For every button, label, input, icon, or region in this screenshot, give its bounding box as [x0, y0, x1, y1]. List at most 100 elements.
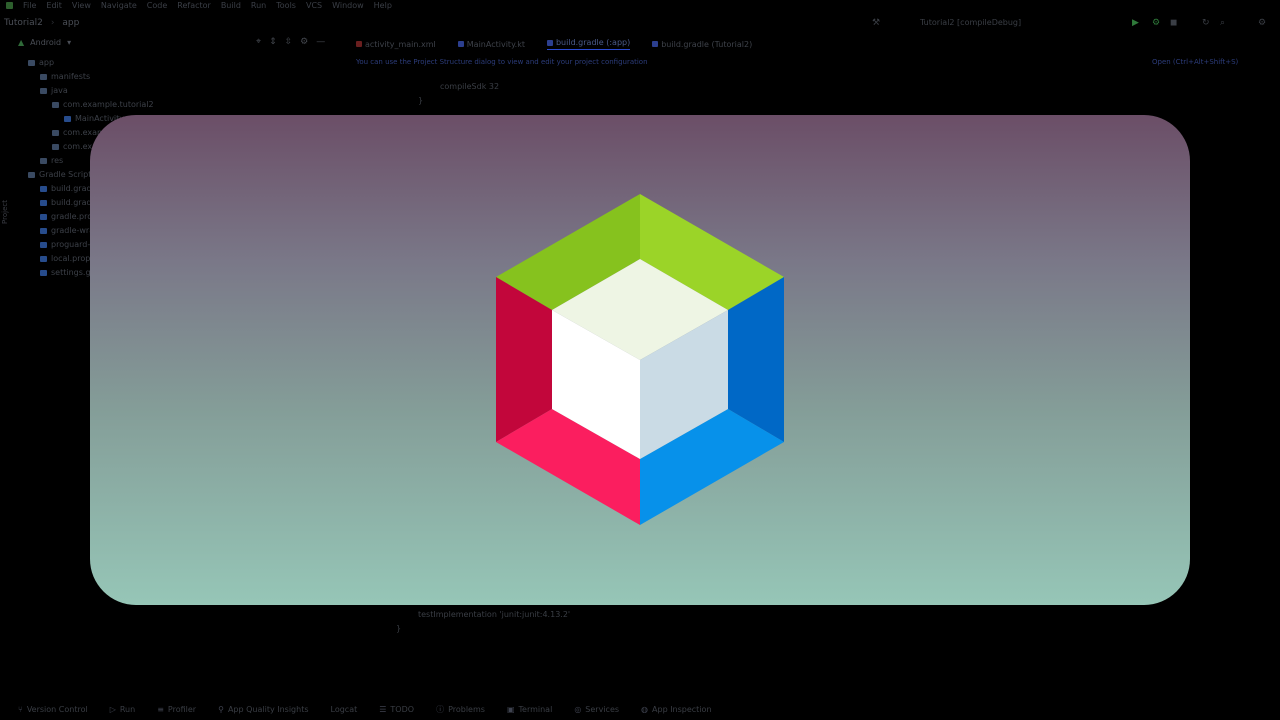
menu-run[interactable]: Run: [251, 1, 266, 10]
tool-run[interactable]: ▷ Run: [110, 705, 136, 714]
services-icon: ◎: [574, 704, 582, 714]
menu-tools[interactable]: Tools: [276, 1, 296, 10]
terminal-icon: ▣: [506, 704, 515, 714]
tool-label: Run: [119, 704, 136, 714]
search-icon[interactable]: ⌕: [1220, 18, 1225, 28]
tree-item[interactable]: manifests: [16, 70, 246, 84]
tool-label: Version Control: [26, 704, 88, 714]
folder-icon: [40, 158, 47, 164]
debug-icon[interactable]: ⚙: [1152, 18, 1160, 28]
file-icon: [40, 242, 47, 248]
tool-label: Services: [585, 704, 620, 714]
tree-item[interactable]: app: [16, 56, 246, 70]
tool-app-inspection[interactable]: ◍ App Inspection: [641, 705, 711, 714]
app-logo-icon: [6, 2, 13, 9]
project-tool-window-tab[interactable]: Project: [1, 200, 9, 224]
menu-help[interactable]: Help: [374, 1, 392, 10]
tab-activity-main[interactable]: activity_main.xml: [356, 38, 436, 50]
menu-code[interactable]: Code: [147, 1, 167, 10]
tab-build-gradle-app[interactable]: build.gradle (:app): [546, 38, 631, 50]
tool-label: Logcat: [330, 704, 358, 714]
menu-file[interactable]: File: [23, 1, 36, 10]
menu-refactor[interactable]: Refactor: [177, 1, 211, 10]
hide-icon[interactable]: —: [316, 37, 325, 47]
code-line[interactable]: compileSdk 32: [440, 82, 499, 91]
stop-icon[interactable]: ◼: [1170, 18, 1177, 28]
menu-window[interactable]: Window: [332, 1, 364, 10]
tab-main-activity[interactable]: MainActivity.kt: [457, 38, 525, 50]
tool-problems[interactable]: ⓘ Problems: [436, 704, 485, 715]
tool-terminal[interactable]: ▣ Terminal: [507, 705, 552, 714]
run-icon[interactable]: ▶: [1132, 18, 1139, 28]
tab-label: build.gradle (:app): [555, 38, 631, 47]
tree-item-label: com.example.tutorial2: [63, 100, 154, 109]
tool-services[interactable]: ◎ Services: [574, 705, 619, 714]
run-config-select[interactable]: Tutorial2 [compileDebug]: [920, 18, 1021, 27]
breadcrumb: Tutorial2 › app: [4, 18, 79, 28]
sync-icon[interactable]: ↻: [1202, 18, 1210, 28]
tool-app-quality[interactable]: ⚲ App Quality Insights: [218, 705, 308, 714]
left-tool-strip: Project: [0, 60, 10, 700]
project-view-tools: ⌖ ⇕ ⇳ ⚙ —: [256, 37, 325, 47]
profiler-icon: ≡: [157, 704, 164, 714]
folder-icon: [28, 60, 35, 66]
tool-version-control[interactable]: ⑂ Version Control: [18, 705, 88, 714]
branch-icon: ⑂: [18, 704, 23, 714]
tree-item-label: Gradle Scripts: [39, 170, 96, 179]
chevron-down-icon[interactable]: ▾: [67, 38, 71, 47]
breadcrumb-module[interactable]: app: [62, 18, 79, 28]
locate-icon[interactable]: ⌖: [256, 37, 261, 47]
bottom-tool-bar: ⑂ Version Control ▷ Run ≡ Profiler ⚲ App Qua…: [0, 698, 1280, 720]
main-toolbar: Tutorial2 › app ⚒ Tutorial2 [compileDebu…: [0, 14, 1280, 34]
project-view-selector[interactable]: Android: [30, 38, 61, 47]
menu-view[interactable]: View: [72, 1, 91, 10]
settings-icon[interactable]: ⚙: [1258, 18, 1266, 28]
tool-profiler[interactable]: ≡ Profiler: [157, 705, 196, 714]
folder-icon: [52, 130, 59, 136]
tree-item-label: app: [39, 58, 55, 67]
tool-label: App Inspection: [652, 704, 712, 714]
file-icon: [40, 186, 47, 192]
menu-navigate[interactable]: Navigate: [101, 1, 137, 10]
tool-label: TODO: [390, 704, 415, 714]
open-project-structure-link[interactable]: Open (Ctrl+Alt+Shift+S): [1152, 58, 1238, 66]
tree-item[interactable]: com.example.tutorial2: [16, 98, 246, 112]
menu-build[interactable]: Build: [221, 1, 241, 10]
file-icon: [40, 270, 47, 276]
breadcrumb-separator-icon: ›: [50, 18, 55, 28]
code-line[interactable]: }: [396, 624, 401, 633]
tree-item-label: res: [51, 156, 64, 165]
code-line[interactable]: testImplementation 'junit:junit:4.13.2': [418, 610, 570, 619]
run-icon: ▷: [109, 704, 116, 714]
folder-icon: [40, 88, 47, 94]
menu-edit[interactable]: Edit: [46, 1, 62, 10]
gear-icon[interactable]: ⚙: [300, 37, 308, 47]
file-icon: [40, 214, 47, 220]
tree-item-label: java: [51, 86, 68, 95]
gradle-file-icon: [652, 41, 659, 47]
file-icon: [40, 200, 47, 206]
tab-label: MainActivity.kt: [466, 39, 525, 49]
project-view-header: ▲ Android ▾: [18, 38, 71, 47]
tab-label: activity_main.xml: [365, 39, 436, 49]
collapse-all-icon[interactable]: ⇳: [285, 37, 293, 47]
tab-label: build.gradle (Tutorial2): [661, 39, 753, 49]
folder-icon: [40, 74, 47, 80]
tool-todo[interactable]: ☰ TODO: [379, 705, 414, 714]
tab-build-gradle-project[interactable]: build.gradle (Tutorial2): [652, 38, 752, 50]
tool-label: Problems: [448, 704, 485, 714]
inspection-icon: ◍: [641, 704, 649, 714]
expand-all-icon[interactable]: ⇕: [269, 37, 277, 47]
folder-icon: [52, 102, 59, 108]
breadcrumb-project[interactable]: Tutorial2: [4, 18, 43, 28]
netbeans-cube-logo: [496, 194, 784, 525]
android-icon: ▲: [18, 38, 25, 47]
editor-tabs: activity_main.xml MainActivity.kt build.…: [356, 38, 752, 50]
tool-label: Profiler: [167, 704, 197, 714]
menu-vcs[interactable]: VCS: [306, 1, 322, 10]
tree-item[interactable]: java: [16, 84, 246, 98]
hammer-icon[interactable]: ⚒: [872, 18, 880, 28]
code-line[interactable]: }: [418, 96, 423, 105]
tool-logcat[interactable]: Logcat: [331, 705, 358, 714]
file-icon: [64, 116, 71, 122]
